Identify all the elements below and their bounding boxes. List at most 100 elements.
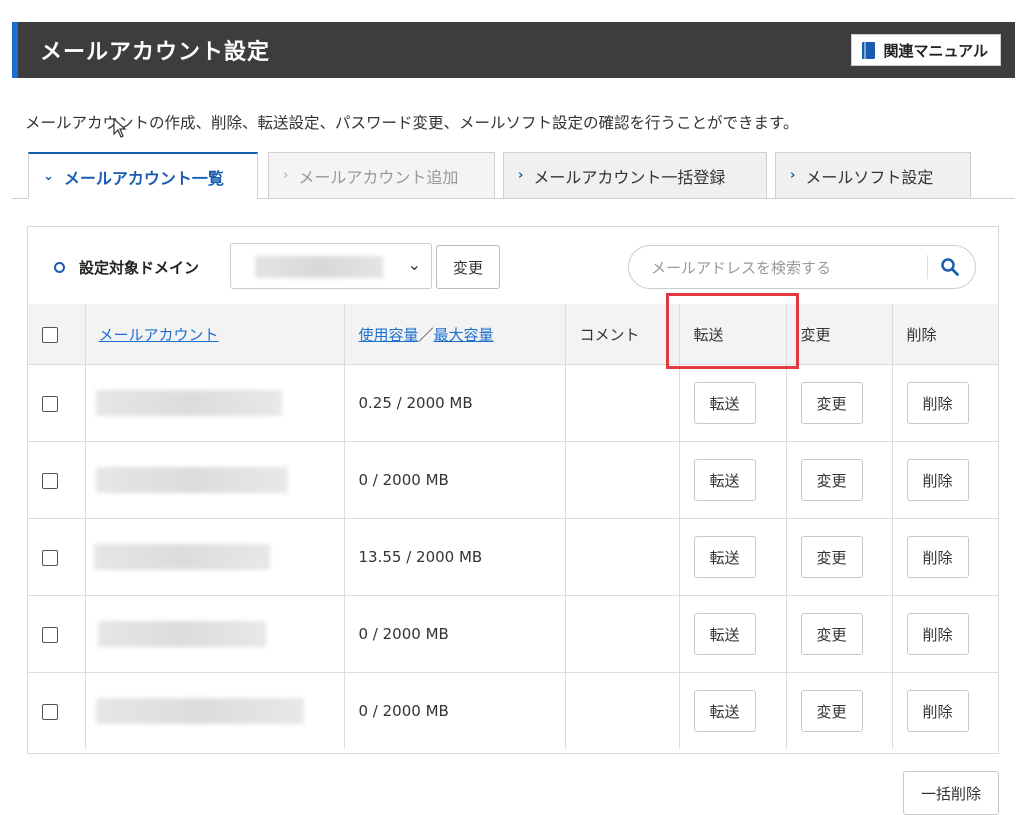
header-delete: 削除	[891, 304, 998, 365]
delete-button[interactable]: 削除	[906, 613, 969, 655]
change-button[interactable]: 変更	[800, 613, 863, 655]
delete-cell: 削除	[891, 518, 998, 596]
account-cell	[84, 518, 345, 596]
tab-label: メールアカウント一覧	[63, 168, 224, 188]
change-button[interactable]: 変更	[800, 459, 863, 501]
page-title: メールアカウント設定	[40, 40, 271, 65]
domain-label-text: 設定対象ドメイン	[79, 259, 200, 277]
header-account: メールアカウント	[84, 304, 345, 365]
sort-account-link[interactable]: メールアカウント	[99, 326, 219, 344]
account-list-panel: 設定対象ドメイン ⌄ 変更 メールアカウント 使用容量／最大容量 コメント 転送…	[27, 226, 999, 754]
forward-cell: 転送	[678, 518, 787, 596]
table-row: 0 / 2000 MB 転送 変更 削除	[28, 441, 998, 519]
mouse-cursor-icon	[113, 118, 127, 138]
chevron-right-icon: ›	[790, 168, 796, 183]
search-icon[interactable]	[940, 257, 960, 277]
tab-account-list[interactable]: ⌄ メールアカウント一覧	[28, 152, 258, 199]
delete-button[interactable]: 削除	[906, 459, 969, 501]
domain-label: 設定対象ドメイン	[54, 257, 199, 278]
related-manual-button[interactable]: 関連マニュアル	[851, 34, 1001, 66]
related-manual-label: 関連マニュアル	[883, 41, 988, 60]
page-header: メールアカウント設定 関連マニュアル	[12, 22, 1015, 78]
domain-change-button[interactable]: 変更	[436, 245, 500, 289]
row-checkbox[interactable]	[42, 626, 58, 643]
change-cell: 変更	[785, 518, 893, 596]
forward-button[interactable]: 転送	[693, 690, 756, 732]
tab-bar: ⌄ メールアカウント一覧 › メールアカウント追加 › メールアカウント一括登録…	[12, 152, 1015, 199]
forward-cell: 転送	[678, 595, 787, 673]
delete-button[interactable]: 削除	[906, 690, 969, 732]
change-button[interactable]: 変更	[800, 690, 863, 732]
account-cell	[84, 672, 345, 749]
chevron-right-icon: ›	[518, 168, 524, 183]
sort-usage-link[interactable]: 使用容量	[359, 326, 419, 344]
forward-button[interactable]: 転送	[693, 382, 756, 424]
delete-cell: 削除	[891, 672, 998, 749]
change-cell: 変更	[785, 364, 893, 442]
chevron-right-icon: ›	[283, 168, 289, 183]
account-cell	[84, 595, 345, 673]
row-checkbox[interactable]	[42, 395, 58, 412]
redacted-account	[93, 544, 270, 570]
forward-cell: 転送	[678, 364, 787, 442]
tab-mail-software-settings[interactable]: › メールソフト設定	[775, 152, 971, 198]
row-checkbox[interactable]	[42, 472, 58, 489]
change-button[interactable]: 変更	[800, 382, 863, 424]
forward-button[interactable]: 転送	[693, 536, 756, 578]
redacted-account	[97, 621, 266, 647]
tab-bulk-register[interactable]: › メールアカウント一括登録	[503, 152, 767, 198]
tab-label: メールアカウント追加	[298, 167, 459, 187]
bulk-delete-button[interactable]: 一括削除	[903, 771, 999, 815]
delete-cell: 削除	[891, 364, 998, 442]
tab-add-account[interactable]: › メールアカウント追加	[268, 152, 495, 198]
comment-cell	[564, 595, 680, 673]
header-usage: 使用容量／最大容量	[343, 304, 566, 365]
usage-cell: 13.55 / 2000 MB	[343, 518, 566, 596]
usage-cell: 0.25 / 2000 MB	[343, 364, 566, 442]
table-row: 13.55 / 2000 MB 転送 変更 削除	[28, 518, 998, 596]
select-all-checkbox[interactable]	[42, 326, 58, 343]
header-separator: ／	[418, 325, 434, 344]
delete-cell: 削除	[891, 441, 998, 519]
usage-cell: 0 / 2000 MB	[343, 441, 566, 519]
forward-cell: 転送	[678, 672, 787, 749]
redacted-account	[95, 390, 282, 416]
account-cell	[84, 441, 345, 519]
domain-select[interactable]: ⌄	[230, 243, 432, 289]
circle-bullet-icon	[54, 262, 65, 273]
row-checkbox[interactable]	[42, 549, 58, 566]
change-cell: 変更	[785, 441, 893, 519]
book-icon	[862, 41, 876, 59]
usage-cell: 0 / 2000 MB	[343, 595, 566, 673]
chevron-down-icon: ⌄	[407, 255, 421, 274]
select-cell	[28, 441, 86, 519]
usage-cell: 0 / 2000 MB	[343, 672, 566, 749]
comment-cell	[564, 364, 680, 442]
forward-button[interactable]: 転送	[693, 613, 756, 655]
account-table: メールアカウント 使用容量／最大容量 コメント 転送 変更 削除 0.25 / …	[28, 304, 998, 749]
delete-button[interactable]: 削除	[906, 382, 969, 424]
page-description: メールアカウントの作成、削除、転送設定、パスワード変更、メールソフト設定の確認を…	[25, 114, 799, 132]
account-cell	[84, 364, 345, 442]
redacted-account	[95, 698, 304, 724]
email-search-box	[628, 245, 976, 289]
select-cell	[28, 595, 86, 673]
table-header-row: メールアカウント 使用容量／最大容量 コメント 転送 変更 削除	[28, 304, 998, 365]
delete-button[interactable]: 削除	[906, 536, 969, 578]
tab-label: メールアカウント一括登録	[533, 167, 726, 187]
tab-label: メールソフト設定	[805, 167, 934, 187]
select-cell	[28, 364, 86, 442]
table-row: 0 / 2000 MB 転送 変更 削除	[28, 672, 998, 749]
table-row: 0 / 2000 MB 転送 変更 削除	[28, 595, 998, 673]
change-cell: 変更	[785, 672, 893, 749]
header-change: 変更	[785, 304, 893, 365]
header-comment: コメント	[564, 304, 680, 365]
chevron-down-icon: ⌄	[43, 169, 54, 184]
email-search-input[interactable]	[649, 256, 923, 280]
table-row: 0.25 / 2000 MB 転送 変更 削除	[28, 364, 998, 442]
forward-button[interactable]: 転送	[693, 459, 756, 501]
row-checkbox[interactable]	[42, 703, 58, 720]
change-button[interactable]: 変更	[800, 536, 863, 578]
sort-max-link[interactable]: 最大容量	[434, 326, 494, 344]
header-forward: 転送	[678, 304, 787, 365]
